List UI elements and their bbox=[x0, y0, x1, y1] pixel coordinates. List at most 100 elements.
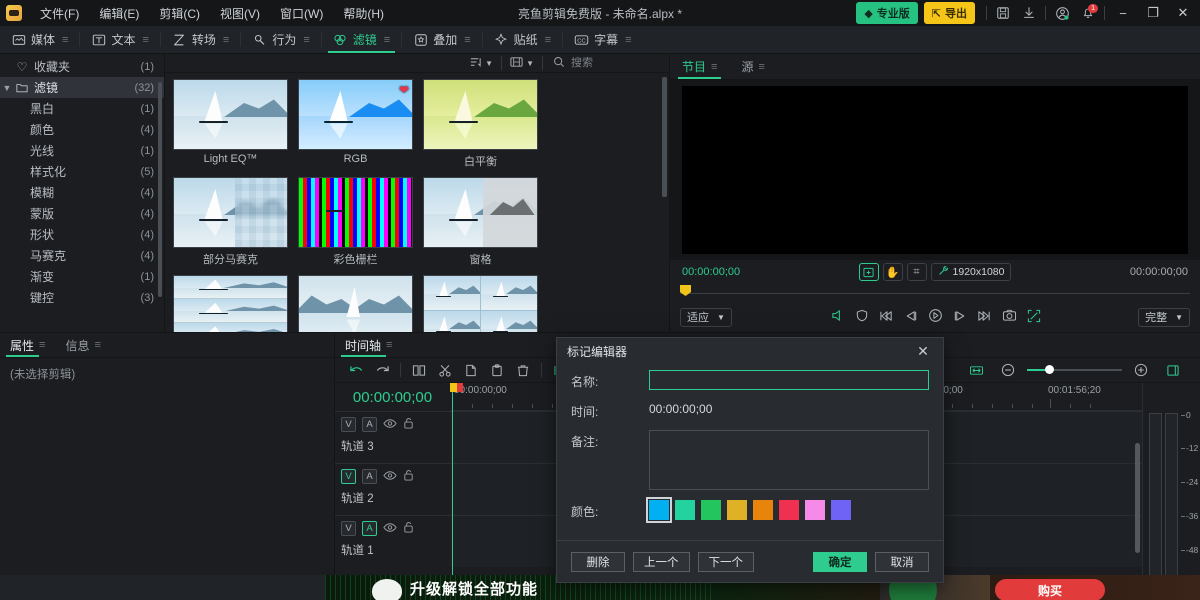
playhead[interactable] bbox=[452, 383, 453, 592]
slider-knob[interactable] bbox=[1045, 365, 1054, 374]
menu-handle-icon[interactable]: ≡ bbox=[625, 34, 631, 46]
undo-icon[interactable] bbox=[343, 360, 369, 380]
filter-thumbnail[interactable] bbox=[423, 79, 538, 150]
track-video-toggle[interactable]: V bbox=[341, 521, 356, 536]
track-audio-toggle[interactable]: A bbox=[362, 521, 377, 536]
filter-thumbnail[interactable] bbox=[298, 177, 413, 248]
category-item-mosaic[interactable]: 马赛克 (4) bbox=[0, 245, 164, 266]
menu-handle-icon[interactable]: ≡ bbox=[62, 34, 68, 46]
safe-zone-icon[interactable] bbox=[855, 309, 869, 325]
category-item-gradient[interactable]: 渐变 (1) bbox=[0, 266, 164, 287]
search-box[interactable] bbox=[543, 56, 663, 71]
quality-select[interactable]: 完整 ▼ bbox=[1138, 308, 1190, 327]
fit-mode-select[interactable]: 适应 ▼ bbox=[680, 308, 732, 327]
filter-thumbnail[interactable]: ❤ bbox=[298, 79, 413, 150]
download-icon[interactable] bbox=[1016, 2, 1042, 24]
color-swatch-6[interactable] bbox=[805, 500, 825, 520]
menu-handle-icon[interactable]: ≡ bbox=[464, 34, 470, 46]
filter-thumbnail[interactable] bbox=[173, 177, 288, 248]
category-item-filters[interactable]: ▼ 滤镜 (32) bbox=[0, 77, 164, 98]
filter-thumbnail[interactable] bbox=[298, 275, 413, 332]
filter-item[interactable]: ❤ RGB bbox=[298, 79, 413, 169]
track-video-toggle[interactable]: V bbox=[341, 469, 356, 484]
category-item-blur[interactable]: 模糊 (4) bbox=[0, 182, 164, 203]
ok-button[interactable]: 确定 bbox=[813, 552, 867, 572]
sort-control[interactable]: ▼ bbox=[461, 54, 501, 72]
promo-cta-button[interactable]: 购买 bbox=[995, 579, 1105, 600]
go-to-start-icon[interactable] bbox=[879, 310, 894, 325]
next-button[interactable]: 下一个 bbox=[698, 552, 755, 572]
filter-thumbnail[interactable] bbox=[173, 79, 288, 150]
module-tab-overlay[interactable]: 叠加 ≡ bbox=[402, 26, 481, 53]
chevron-down-icon[interactable]: ▼ bbox=[0, 83, 14, 93]
module-tab-media[interactable]: 媒体 ≡ bbox=[0, 26, 79, 53]
previous-button[interactable]: 上一个 bbox=[633, 552, 690, 572]
crop-tool-icon[interactable]: ⌗ bbox=[907, 263, 927, 281]
filter-item[interactable]: 白平衡 bbox=[423, 79, 538, 169]
tab-info[interactable]: 信息 ≡ bbox=[55, 333, 110, 357]
marker-note-textarea[interactable] bbox=[649, 430, 929, 490]
module-tab-transition[interactable]: 转场 ≡ bbox=[161, 26, 240, 53]
category-item-shape[interactable]: 形状 (4) bbox=[0, 224, 164, 245]
menu-item-help[interactable]: 帮助(H) bbox=[333, 1, 394, 26]
tab-source[interactable]: 源 ≡ bbox=[729, 54, 776, 79]
eye-icon[interactable] bbox=[383, 522, 397, 536]
filter-item[interactable]: 彩色栅栏 bbox=[298, 177, 413, 267]
export-button[interactable]: ⇱ 导出 bbox=[924, 2, 975, 24]
monitor-toggle-icon[interactable] bbox=[859, 263, 879, 281]
menu-item-edit[interactable]: 编辑(E) bbox=[89, 1, 149, 26]
menu-item-view[interactable]: 视图(V) bbox=[210, 1, 270, 26]
close-button[interactable]: ✕ bbox=[1168, 0, 1198, 26]
marker-yellow-icon[interactable] bbox=[450, 383, 457, 392]
track-video-toggle[interactable]: V bbox=[341, 417, 356, 432]
color-swatch-5[interactable] bbox=[779, 500, 799, 520]
pro-version-button[interactable]: ◆ 专业版 bbox=[856, 2, 917, 24]
filter-item[interactable]: Light EQ™ bbox=[173, 79, 288, 169]
category-item-light[interactable]: 光线 (1) bbox=[0, 140, 164, 161]
redo-icon[interactable] bbox=[369, 360, 395, 380]
track-header-2[interactable]: V A 轨道 2 bbox=[335, 463, 450, 515]
tab-properties[interactable]: 属性 ≡ bbox=[0, 333, 55, 357]
notification-icon[interactable]: 1 bbox=[1075, 2, 1101, 24]
category-item-color[interactable]: 颜色 (4) bbox=[0, 119, 164, 140]
menu-item-clip[interactable]: 剪辑(C) bbox=[149, 1, 210, 26]
marker-name-input[interactable] bbox=[649, 370, 929, 390]
eye-icon[interactable] bbox=[383, 418, 397, 432]
color-swatch-2[interactable] bbox=[701, 500, 721, 520]
view-mode-control[interactable]: ▼ bbox=[502, 54, 542, 72]
timeline-zoom-slider[interactable] bbox=[1027, 364, 1122, 376]
zoom-in-icon[interactable] bbox=[1128, 360, 1154, 380]
menu-handle-icon[interactable]: ≡ bbox=[386, 339, 392, 351]
track-header-1[interactable]: V A 轨道 1 bbox=[335, 515, 450, 567]
filter-item[interactable]: 窗格 bbox=[423, 177, 538, 267]
menu-item-window[interactable]: 窗口(W) bbox=[270, 1, 333, 26]
filter-item[interactable]: 垂直分割 bbox=[173, 275, 288, 332]
filter-thumbnail[interactable] bbox=[423, 177, 538, 248]
filter-item[interactable]: 倒影 bbox=[298, 275, 413, 332]
step-forward-icon[interactable] bbox=[953, 310, 967, 325]
menu-handle-icon[interactable]: ≡ bbox=[711, 61, 717, 73]
delete-icon[interactable] bbox=[510, 360, 536, 380]
favorite-heart-icon[interactable]: ❤ bbox=[399, 83, 409, 97]
menu-handle-icon[interactable]: ≡ bbox=[142, 34, 148, 46]
color-swatch-1[interactable] bbox=[675, 500, 695, 520]
category-item-blackwhite[interactable]: 黑白 (1) bbox=[0, 98, 164, 119]
unlock-icon[interactable] bbox=[403, 521, 414, 536]
resolution-selector[interactable]: 1920x1080 bbox=[931, 263, 1012, 281]
menu-handle-icon[interactable]: ≡ bbox=[545, 34, 551, 46]
filter-item[interactable]: 电视墙 bbox=[423, 275, 538, 332]
module-tab-sticker[interactable]: 贴纸 ≡ bbox=[483, 26, 562, 53]
step-back-icon[interactable] bbox=[904, 310, 918, 325]
category-scrollbar[interactable] bbox=[158, 82, 162, 297]
maximize-button[interactable]: ❐ bbox=[1138, 0, 1168, 26]
module-tab-behavior[interactable]: 行为 ≡ bbox=[241, 26, 320, 53]
filter-thumbnail[interactable] bbox=[423, 275, 538, 332]
tab-program[interactable]: 节目 ≡ bbox=[670, 54, 729, 79]
marker-red-icon[interactable] bbox=[457, 383, 463, 392]
category-item-favorites[interactable]: ♡ 收藏夹 (1) bbox=[0, 56, 164, 77]
search-input[interactable] bbox=[571, 57, 661, 69]
save-icon[interactable] bbox=[990, 2, 1016, 24]
color-swatch-7[interactable] bbox=[831, 500, 851, 520]
tab-timeline[interactable]: 时间轴 ≡ bbox=[335, 333, 402, 357]
unlock-icon[interactable] bbox=[403, 417, 414, 432]
